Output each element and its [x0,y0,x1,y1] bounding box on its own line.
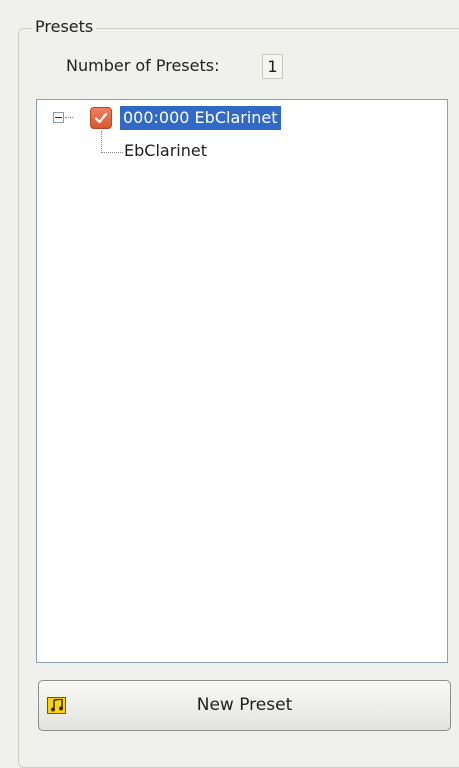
tree-child-item-label[interactable]: EbClarinet [124,140,207,162]
presets-group-title: Presets [32,17,97,36]
tree-item-label[interactable]: 000:000 EbClarinet [120,106,281,130]
new-preset-button-label: New Preset [196,695,293,715]
new-preset-button[interactable]: New Preset [38,680,451,731]
collapse-icon[interactable] [53,112,64,123]
presets-tree[interactable]: 000:000 EbClarinet EbClarinet [36,99,448,663]
checkbox-icon[interactable] [90,107,112,129]
tree-connector [101,131,102,153]
tree-connector [65,117,73,118]
tree-connector [101,152,123,153]
number-of-presets-value: 1 [262,54,283,79]
number-of-presets-label: Number of Presets: [66,56,220,75]
